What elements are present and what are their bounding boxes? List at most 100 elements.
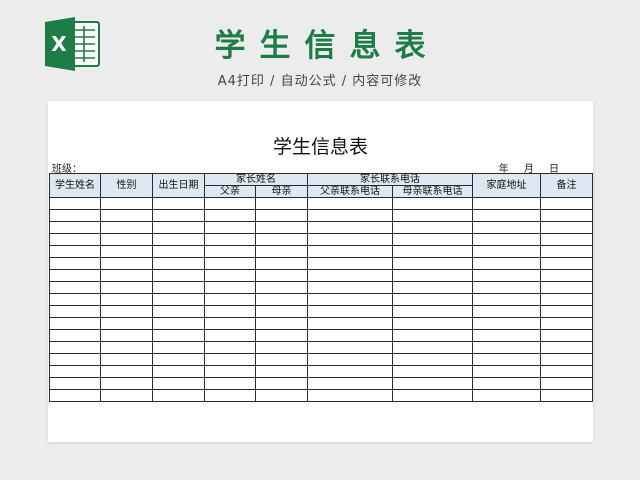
table-cell[interactable] (392, 281, 473, 294)
table-cell[interactable] (307, 245, 393, 258)
table-cell[interactable] (472, 245, 541, 258)
table-cell[interactable] (392, 221, 473, 234)
table-cell[interactable] (49, 341, 101, 354)
table-cell[interactable] (472, 197, 541, 210)
table-cell[interactable] (540, 317, 593, 330)
table-cell[interactable] (204, 377, 256, 390)
table-cell[interactable] (392, 257, 473, 270)
table-cell[interactable] (540, 245, 593, 258)
table-cell[interactable] (307, 305, 393, 318)
table-cell[interactable] (540, 365, 593, 378)
table-cell[interactable] (152, 377, 205, 390)
table-cell[interactable] (392, 365, 473, 378)
table-cell[interactable] (540, 329, 593, 342)
table-cell[interactable] (472, 209, 541, 222)
table-cell[interactable] (100, 233, 153, 246)
table-cell[interactable] (204, 221, 256, 234)
table-cell[interactable] (152, 389, 205, 402)
table-cell[interactable] (540, 209, 593, 222)
table-cell[interactable] (49, 365, 101, 378)
table-cell[interactable] (49, 233, 101, 246)
table-cell[interactable] (49, 221, 101, 234)
table-cell[interactable] (392, 245, 473, 258)
table-cell[interactable] (472, 377, 541, 390)
table-cell[interactable] (204, 197, 256, 210)
table-cell[interactable] (392, 209, 473, 222)
table-cell[interactable] (204, 209, 256, 222)
table-cell[interactable] (204, 353, 256, 366)
table-cell[interactable] (472, 389, 541, 402)
table-cell[interactable] (307, 341, 393, 354)
table-cell[interactable] (100, 209, 153, 222)
table-cell[interactable] (152, 197, 205, 210)
table-cell[interactable] (307, 353, 393, 366)
table-cell[interactable] (255, 281, 308, 294)
table-cell[interactable] (307, 197, 393, 210)
table-cell[interactable] (255, 353, 308, 366)
table-cell[interactable] (100, 365, 153, 378)
table-cell[interactable] (540, 305, 593, 318)
table-cell[interactable] (255, 257, 308, 270)
table-cell[interactable] (204, 365, 256, 378)
table-cell[interactable] (204, 341, 256, 354)
table-cell[interactable] (204, 305, 256, 318)
table-cell[interactable] (307, 389, 393, 402)
table-cell[interactable] (307, 221, 393, 234)
table-cell[interactable] (152, 293, 205, 306)
table-cell[interactable] (307, 233, 393, 246)
table-cell[interactable] (540, 353, 593, 366)
table-cell[interactable] (472, 317, 541, 330)
table-cell[interactable] (472, 353, 541, 366)
table-cell[interactable] (307, 269, 393, 282)
table-cell[interactable] (255, 329, 308, 342)
table-cell[interactable] (307, 317, 393, 330)
table-cell[interactable] (152, 281, 205, 294)
table-cell[interactable] (152, 317, 205, 330)
table-cell[interactable] (49, 353, 101, 366)
table-cell[interactable] (255, 377, 308, 390)
table-cell[interactable] (255, 293, 308, 306)
table-cell[interactable] (472, 305, 541, 318)
table-cell[interactable] (540, 281, 593, 294)
table-cell[interactable] (49, 377, 101, 390)
table-cell[interactable] (100, 305, 153, 318)
table-cell[interactable] (472, 341, 541, 354)
table-cell[interactable] (472, 221, 541, 234)
table-cell[interactable] (255, 341, 308, 354)
table-cell[interactable] (100, 353, 153, 366)
table-cell[interactable] (540, 389, 593, 402)
table-cell[interactable] (204, 329, 256, 342)
table-cell[interactable] (307, 209, 393, 222)
table-cell[interactable] (49, 281, 101, 294)
table-cell[interactable] (152, 341, 205, 354)
table-cell[interactable] (204, 317, 256, 330)
table-cell[interactable] (472, 269, 541, 282)
table-cell[interactable] (100, 269, 153, 282)
table-cell[interactable] (100, 329, 153, 342)
table-cell[interactable] (152, 269, 205, 282)
table-cell[interactable] (49, 389, 101, 402)
table-cell[interactable] (204, 389, 256, 402)
table-cell[interactable] (100, 377, 153, 390)
table-cell[interactable] (152, 221, 205, 234)
table-cell[interactable] (540, 221, 593, 234)
table-cell[interactable] (255, 245, 308, 258)
table-cell[interactable] (307, 329, 393, 342)
table-cell[interactable] (204, 245, 256, 258)
table-cell[interactable] (540, 293, 593, 306)
table-cell[interactable] (255, 233, 308, 246)
table-cell[interactable] (255, 197, 308, 210)
table-cell[interactable] (152, 365, 205, 378)
table-cell[interactable] (204, 293, 256, 306)
table-cell[interactable] (392, 305, 473, 318)
table-cell[interactable] (472, 293, 541, 306)
table-cell[interactable] (49, 269, 101, 282)
table-cell[interactable] (540, 341, 593, 354)
table-cell[interactable] (49, 293, 101, 306)
table-cell[interactable] (392, 233, 473, 246)
table-cell[interactable] (152, 209, 205, 222)
table-cell[interactable] (49, 305, 101, 318)
table-cell[interactable] (100, 197, 153, 210)
table-cell[interactable] (100, 221, 153, 234)
table-cell[interactable] (392, 293, 473, 306)
